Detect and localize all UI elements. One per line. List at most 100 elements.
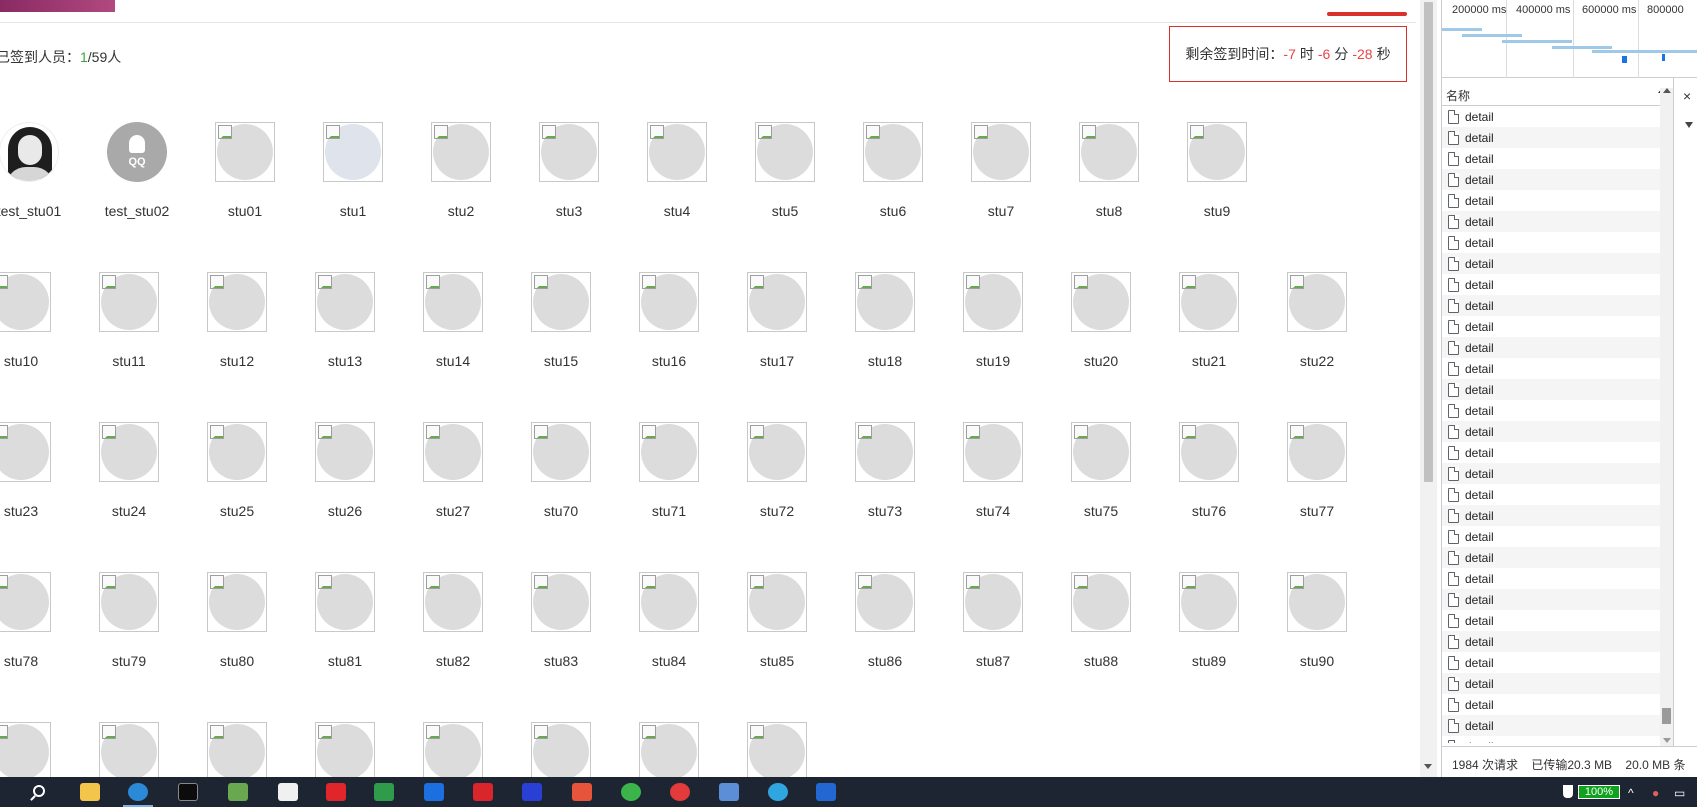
search-icon[interactable] <box>33 785 45 797</box>
student-card[interactable]: stu87 <box>943 572 1043 669</box>
student-card[interactable] <box>295 722 395 777</box>
student-card[interactable]: stu14 <box>403 272 503 369</box>
scroll-up-arrow-icon[interactable] <box>1663 88 1671 93</box>
student-card[interactable]: stu82 <box>403 572 503 669</box>
student-card[interactable]: stu71 <box>619 422 719 519</box>
request-row[interactable]: detail <box>1442 127 1660 148</box>
student-card[interactable]: stu80 <box>187 572 287 669</box>
student-card[interactable]: stu7 <box>951 122 1051 219</box>
student-card[interactable]: stu77 <box>1267 422 1367 519</box>
request-row[interactable]: detail <box>1442 589 1660 610</box>
student-card[interactable]: stu89 <box>1159 572 1259 669</box>
request-row[interactable]: detail <box>1442 148 1660 169</box>
iqiyi-icon[interactable] <box>621 783 641 801</box>
student-card[interactable]: stu83 <box>511 572 611 669</box>
input-method-icon[interactable]: ● <box>1652 786 1659 800</box>
student-card[interactable]: stu17 <box>727 272 827 369</box>
student-card[interactable] <box>619 722 719 777</box>
student-card[interactable]: stu76 <box>1159 422 1259 519</box>
request-row[interactable]: detail <box>1442 526 1660 547</box>
request-row[interactable]: detail <box>1442 736 1660 743</box>
request-row[interactable]: detail <box>1442 274 1660 295</box>
student-card[interactable]: stu25 <box>187 422 287 519</box>
request-row[interactable]: detail <box>1442 316 1660 337</box>
student-card[interactable] <box>187 722 287 777</box>
request-row[interactable]: detail <box>1442 232 1660 253</box>
display-icon[interactable]: ▭ <box>1674 786 1685 800</box>
name-column-header[interactable]: 名称 <box>1442 82 1672 106</box>
lanhu-icon[interactable] <box>424 783 444 801</box>
student-card[interactable]: stu84 <box>619 572 719 669</box>
student-card[interactable]: stu24 <box>79 422 179 519</box>
close-icon[interactable]: × <box>1683 88 1691 104</box>
request-row[interactable]: detail <box>1442 400 1660 421</box>
datagrip-icon[interactable] <box>374 783 394 801</box>
chevron-up-icon[interactable]: ^ <box>1628 786 1634 800</box>
student-card[interactable]: stu12 <box>187 272 287 369</box>
student-card[interactable]: stu26 <box>295 422 395 519</box>
request-list-scrollbar-thumb[interactable] <box>1662 708 1671 724</box>
student-card[interactable] <box>0 722 71 777</box>
scroll-down-arrow-icon[interactable] <box>1424 764 1432 769</box>
student-card[interactable]: stu8 <box>1059 122 1159 219</box>
student-card[interactable]: test_stu01 <box>0 122 79 219</box>
student-card[interactable]: stu1 <box>303 122 403 219</box>
request-row[interactable]: detail <box>1442 190 1660 211</box>
student-card[interactable]: stu79 <box>79 572 179 669</box>
student-card[interactable]: stu3 <box>519 122 619 219</box>
request-row[interactable]: detail <box>1442 694 1660 715</box>
netease-music-icon[interactable] <box>670 783 690 801</box>
expand-triangle-icon[interactable] <box>1685 122 1693 128</box>
edge-icon[interactable] <box>128 783 148 801</box>
student-card[interactable]: QQ test_stu02 <box>87 122 187 219</box>
request-row[interactable]: detail <box>1442 631 1660 652</box>
request-row[interactable]: detail <box>1442 211 1660 232</box>
student-card[interactable]: stu88 <box>1051 572 1151 669</box>
network-timeline-overview[interactable]: 200000 ms 400000 ms 600000 ms 800000 <box>1442 0 1697 78</box>
student-card[interactable]: stu78 <box>0 572 71 669</box>
student-card[interactable] <box>403 722 503 777</box>
request-list-scrollbar[interactable] <box>1660 88 1673 746</box>
request-row[interactable]: detail <box>1442 715 1660 736</box>
remote-desktop-icon[interactable] <box>719 783 739 801</box>
request-row[interactable]: detail <box>1442 295 1660 316</box>
request-row[interactable]: detail <box>1442 421 1660 442</box>
student-card[interactable]: stu9 <box>1167 122 1267 219</box>
request-row[interactable]: detail <box>1442 505 1660 526</box>
student-card[interactable]: stu73 <box>835 422 935 519</box>
request-row[interactable]: detail <box>1442 673 1660 694</box>
student-card[interactable]: stu23 <box>0 422 71 519</box>
request-row[interactable]: detail <box>1442 652 1660 673</box>
battery-indicator[interactable]: 100% <box>1578 785 1620 799</box>
student-card[interactable]: stu74 <box>943 422 1043 519</box>
student-card[interactable]: stu10 <box>0 272 71 369</box>
request-row[interactable]: detail <box>1442 442 1660 463</box>
request-row[interactable]: detail <box>1442 379 1660 400</box>
page-scrollbar-thumb[interactable] <box>1424 2 1433 482</box>
file-explorer-icon[interactable] <box>80 783 100 801</box>
student-card[interactable]: stu18 <box>835 272 935 369</box>
student-card[interactable]: stu6 <box>843 122 943 219</box>
student-card[interactable]: stu90 <box>1267 572 1367 669</box>
student-card[interactable]: stu15 <box>511 272 611 369</box>
request-row[interactable]: detail <box>1442 568 1660 589</box>
notepad-icon[interactable] <box>228 783 248 801</box>
student-card[interactable]: stu75 <box>1051 422 1151 519</box>
git-icon[interactable] <box>572 783 592 801</box>
student-card[interactable]: stu81 <box>295 572 395 669</box>
page-scrollbar[interactable] <box>1420 0 1437 777</box>
student-card[interactable] <box>511 722 611 777</box>
student-card[interactable]: stu4 <box>627 122 727 219</box>
request-row[interactable]: detail <box>1442 463 1660 484</box>
student-card[interactable]: stu21 <box>1159 272 1259 369</box>
student-card[interactable]: stu70 <box>511 422 611 519</box>
student-card[interactable]: stu72 <box>727 422 827 519</box>
student-card[interactable]: stu11 <box>79 272 179 369</box>
student-card[interactable]: stu19 <box>943 272 1043 369</box>
student-card[interactable]: stu01 <box>195 122 295 219</box>
student-card[interactable]: stu85 <box>727 572 827 669</box>
student-card[interactable]: stu86 <box>835 572 935 669</box>
wps-icon[interactable] <box>473 783 493 801</box>
student-card[interactable]: stu2 <box>411 122 511 219</box>
youdao-icon[interactable] <box>326 783 346 801</box>
